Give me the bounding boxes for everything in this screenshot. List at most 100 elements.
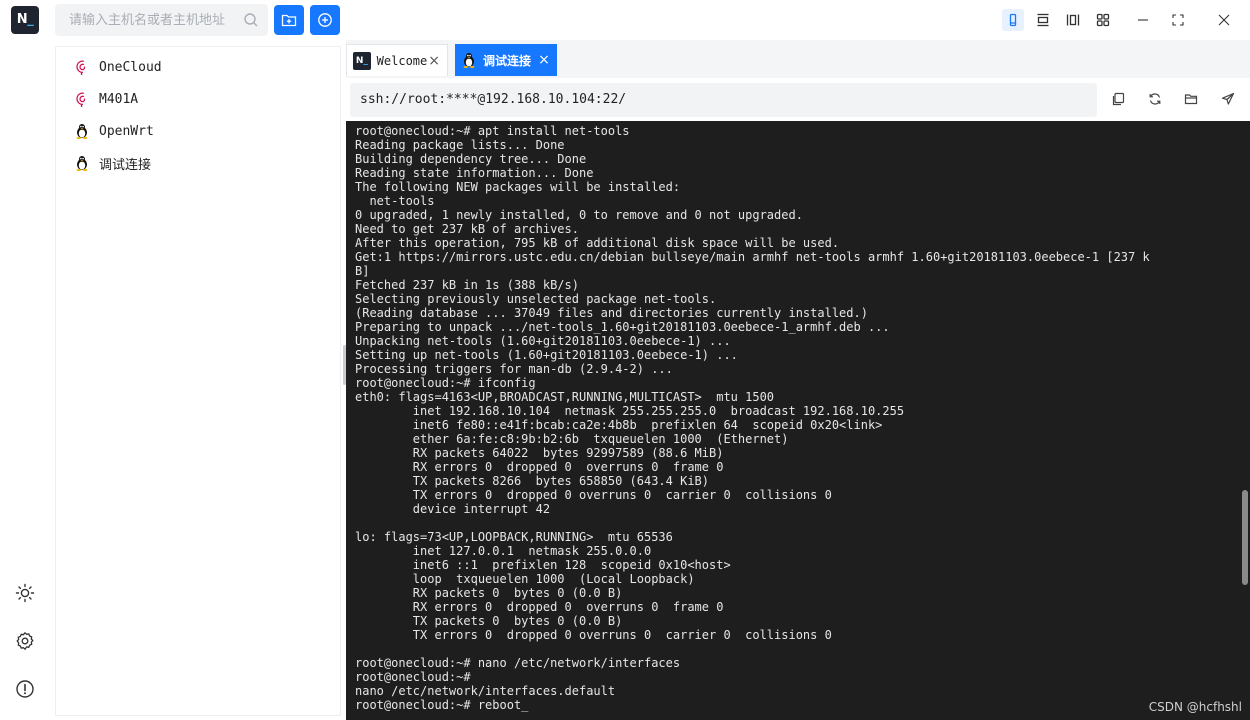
terminal-line: RX packets 64022 bytes 92997589 (88.6 Mi… [355,446,724,460]
host-item-openwrt[interactable]: OpenWrt [56,116,340,146]
terminal-line: The following NEW packages will be insta… [355,180,681,194]
settings-button[interactable] [13,629,37,653]
layout-rows-button[interactable] [1032,9,1054,31]
debian-icon [74,91,90,107]
terminal-line: inet6 fe80::e41f:bcab:ca2e:4b8b prefixle… [355,418,883,432]
copy-button[interactable] [1110,91,1126,107]
linux-tux-icon [461,52,477,68]
gear-icon [16,632,34,650]
terminal-line: root@onecloud:~# reboot_ [355,698,529,712]
terminal-scrollbar[interactable] [1242,490,1248,585]
app-logo[interactable]: N_ [11,6,39,34]
terminal-line: Reading package lists... Done [355,138,565,152]
send-command-button[interactable] [1220,91,1236,107]
terminal-line: Setting up net-tools (1.60+git20181103.0… [355,348,738,362]
new-connection-button[interactable] [310,5,340,35]
host-label: 调试连接 [99,157,152,173]
reconnect-button[interactable] [1147,91,1163,107]
terminal-line: Processing triggers for man-db (2.9.4-2)… [355,362,673,376]
folder-plus-icon [281,14,297,27]
close-icon[interactable]: × [537,53,551,67]
logo-letter: N [16,12,28,27]
minimize-button[interactable] [1132,9,1154,31]
tab-bar: N_ Welcome × 调试连接 × [346,40,1250,78]
close-window-button[interactable] [1213,9,1235,31]
terminal-line: Preparing to unpack .../net-tools_1.60+g… [355,320,890,334]
connection-address[interactable]: ssh://root:****@192.168.10.104:22/ [350,83,1097,117]
host-label: OpenWrt [99,123,154,139]
terminal-line: TX packets 8266 bytes 658850 (643.4 KiB) [355,474,710,488]
terminal-line: Reading state information... Done [355,166,594,180]
terminal-line: root@onecloud:~# [355,670,471,684]
host-item-m401a[interactable]: M401A [56,84,340,114]
terminal-line: Selecting previously unselected package … [355,292,717,306]
terminal-line: Need to get 237 kB of archives. [355,222,579,236]
host-label: OneCloud [99,59,162,75]
terminal-line: inet 192.168.10.104 netmask 255.255.255.… [355,404,905,418]
terminal-line: eth0: flags=4163<UP,BROADCAST,RUNNING,MU… [355,390,775,404]
host-item-debug-connection[interactable]: 调试连接 [56,148,340,178]
close-icon [1218,14,1230,26]
layout-rows-icon [1037,13,1049,27]
maximize-button[interactable] [1167,9,1189,31]
terminal-output[interactable]: root@onecloud:~# apt install net-tools Re… [346,121,1250,720]
host-item-onecloud[interactable]: OneCloud [56,52,340,82]
folder-icon [1184,94,1198,105]
app-logo-icon: N_ [353,51,371,70]
layout-grid-icon [1096,13,1110,27]
layout-single-button[interactable] [1002,9,1024,31]
terminal-line: RX errors 0 dropped 0 overruns 0 frame 0 [355,460,724,474]
tab-label: 调试连接 [483,53,532,68]
terminal-line: B] [355,264,370,278]
host-search-input[interactable] [55,4,268,36]
terminal-line: RX packets 0 bytes 0 (0.0 B) [355,586,623,600]
copy-icon [1112,92,1125,106]
new-folder-button[interactable] [274,5,304,35]
terminal-line: net-tools [355,194,435,208]
terminal-line: Building dependency tree... Done [355,152,587,166]
terminal-line: device interrupt 42 [355,502,551,516]
layout-grid-button[interactable] [1092,9,1114,31]
terminal-line: inet 127.0.0.1 netmask 255.0.0.0 [355,544,652,558]
layout-columns-icon [1066,14,1080,26]
close-icon[interactable]: × [427,54,441,68]
search-icon[interactable] [243,12,259,28]
terminal-line: root@onecloud:~# apt install net-tools [355,124,630,138]
terminal-line: After this operation, 795 kB of addition… [355,236,840,250]
theme-toggle-button[interactable] [13,581,37,605]
linux-tux-icon [74,155,90,171]
terminal-line: root@onecloud:~# ifconfig [355,376,536,390]
terminal-line: RX errors 0 dropped 0 overruns 0 frame 0 [355,600,724,614]
top-bar: N_ [0,0,1250,40]
left-rail [0,40,50,720]
address-bar: ssh://root:****@192.168.10.104:22/ [346,78,1250,121]
layout-columns-button[interactable] [1062,9,1084,31]
terminal-line: TX errors 0 dropped 0 overruns 0 carrier… [355,628,832,642]
refresh-icon [1149,93,1161,105]
maximize-icon [1172,14,1184,26]
terminal-line: root@onecloud:~# nano /etc/network/inter… [355,656,681,670]
terminal-line: Get:1 https://mirrors.ustc.edu.cn/debian… [355,250,1150,264]
host-list: OneCloud M401A OpenWrt 调试连接 [55,46,341,716]
terminal-line: (Reading database ... 37049 files and di… [355,306,868,320]
terminal-line: inet6 ::1 prefixlen 128 scopeid 0x10<hos… [355,558,731,572]
app-window: N_ 请输入主机名或者主机地址 OneCloud M401A OpenWrt 调… [0,0,1250,720]
tab-welcome[interactable]: N_ Welcome × [346,44,448,76]
terminal-line: loop txqueuelen 1000 (Local Loopback) [355,572,695,586]
send-icon [1221,92,1235,105]
terminal-line: 0 upgraded, 1 newly installed, 0 to remo… [355,208,803,222]
sftp-folder-button[interactable] [1183,91,1199,107]
terminal-line: Unpacking net-tools (1.60+git20181103.0e… [355,334,731,348]
about-button[interactable] [13,677,37,701]
host-label: M401A [99,91,139,107]
layout-single-icon [1009,13,1017,27]
info-icon [16,680,34,698]
linux-tux-icon [74,123,90,139]
minimize-icon [1138,19,1148,21]
terminal-line: Fetched 237 kB in 1s (388 kB/s) [355,278,579,292]
tab-label: Welcome [376,53,428,68]
tab-debug-connection[interactable]: 调试连接 × [455,44,557,76]
watermark-text: CSDN @hcfhshl [1148,700,1242,714]
